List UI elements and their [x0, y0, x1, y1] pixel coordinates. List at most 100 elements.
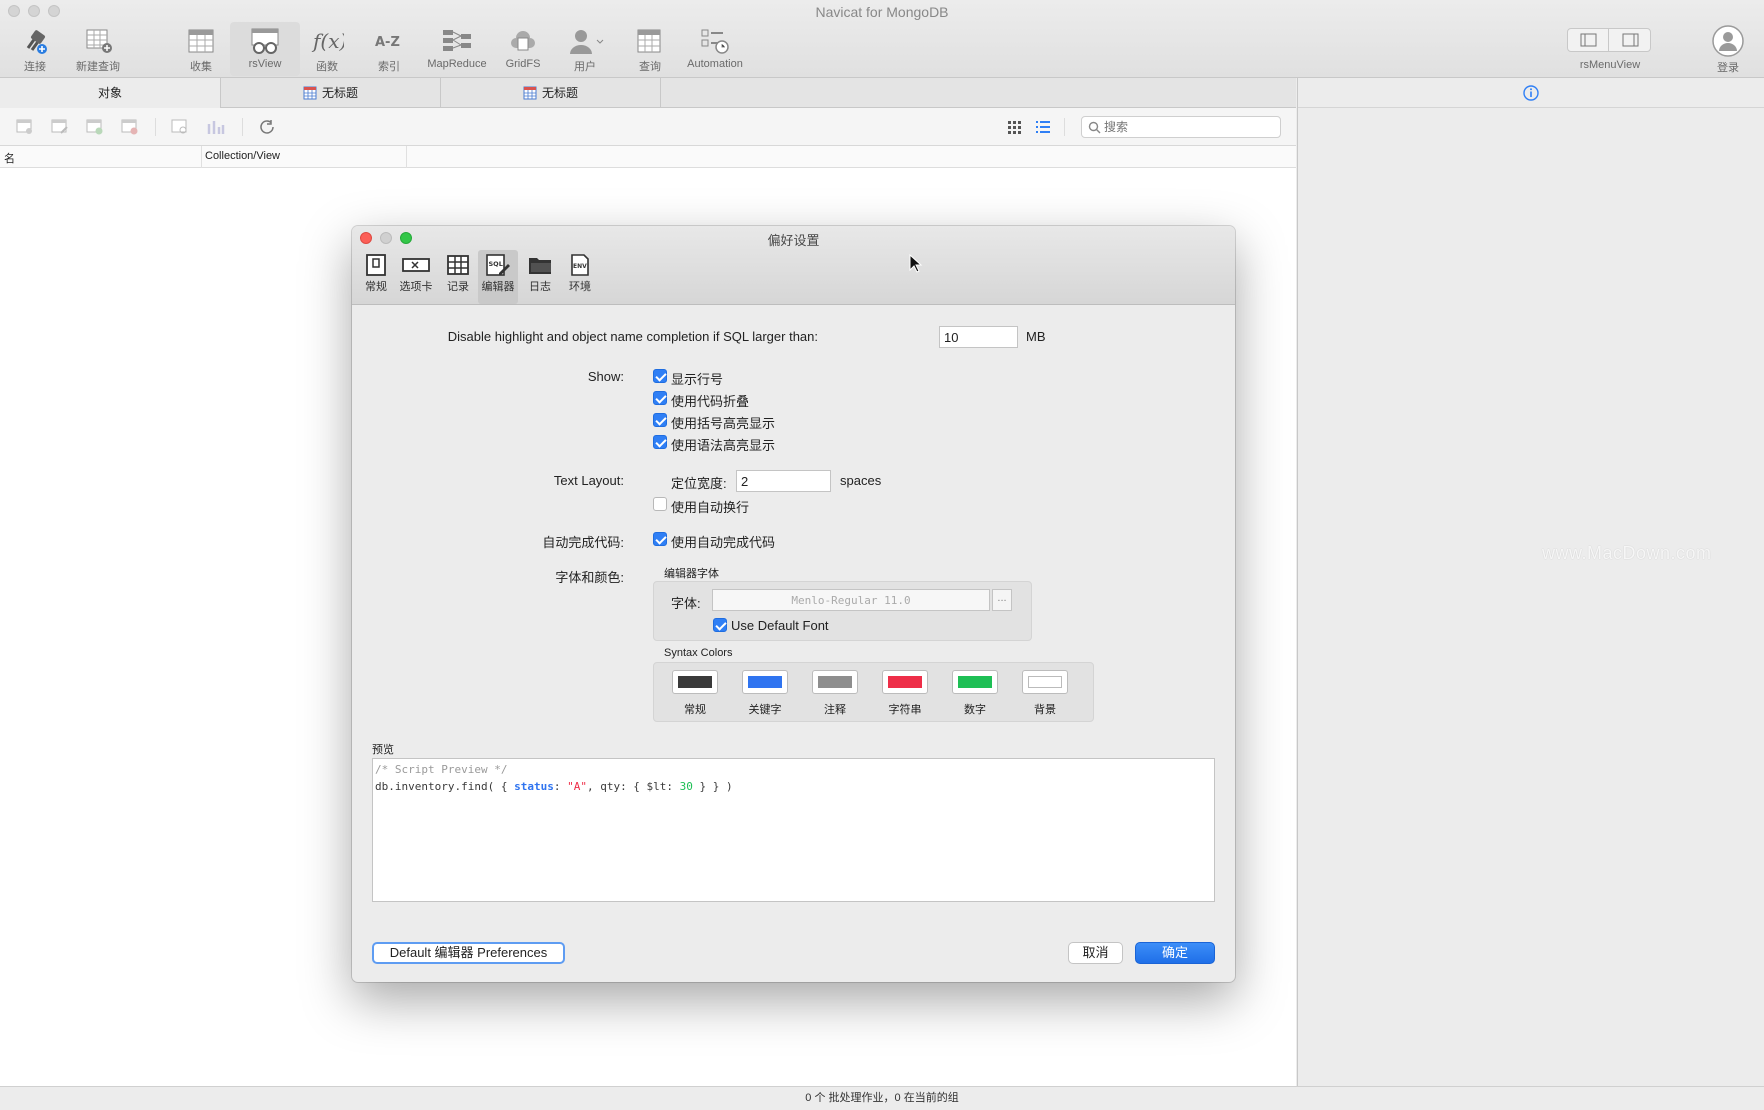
delete-collection-icon[interactable]: [121, 119, 139, 135]
toolbar-collection-button[interactable]: 收集: [166, 22, 236, 76]
preview-label: 预览: [372, 744, 394, 756]
toolbar-rsview-button[interactable]: rsView: [230, 22, 300, 76]
swatch-color: [888, 676, 922, 688]
default-preferences-button[interactable]: Default 编辑器 Preferences: [372, 942, 565, 964]
use-default-font-checkbox[interactable]: [713, 618, 727, 632]
toggle-right-panel-button[interactable]: [1610, 29, 1651, 51]
show-line-numbers-checkbox[interactable]: [653, 369, 667, 383]
svg-text:f(x): f(x): [311, 29, 344, 53]
design-collection-icon[interactable]: [51, 119, 69, 135]
chart-icon[interactable]: [207, 119, 225, 135]
tab-label: 无标题: [541, 86, 578, 100]
swatch-color: [678, 676, 712, 688]
toolbar-automation-button[interactable]: Automation: [679, 22, 751, 76]
checkbox-label: 使用自动换行: [671, 500, 750, 515]
font-color-label: 字体和颜色:: [555, 570, 624, 585]
autocomplete-checkbox[interactable]: [653, 532, 667, 546]
toolbar-user-button[interactable]: 用户: [550, 22, 620, 76]
code-number: 30: [679, 780, 693, 793]
browse-font-button[interactable]: ...: [992, 589, 1012, 611]
tab-objects[interactable]: 对象: [0, 78, 221, 108]
open-collection-icon[interactable]: [16, 119, 34, 135]
pref-tab-tabs[interactable]: 选项卡: [396, 250, 436, 304]
pref-tab-label: 日志: [529, 281, 551, 293]
swatch-background[interactable]: [1022, 670, 1068, 694]
text-layout-label: Text Layout:: [553, 473, 624, 488]
records-icon: [447, 255, 469, 275]
toggle-left-panel-button[interactable]: [1568, 29, 1609, 51]
cancel-button[interactable]: 取消: [1068, 942, 1123, 964]
pref-tab-log[interactable]: 日志: [520, 250, 560, 304]
login-label: 登录: [1717, 62, 1739, 74]
tab-untitled-2[interactable]: 无标题: [441, 78, 661, 108]
pref-tab-general[interactable]: 常规: [356, 250, 396, 304]
new-collection-icon[interactable]: [86, 119, 104, 135]
toolbar-query-button[interactable]: 查询: [615, 22, 685, 76]
script-preview: /* Script Preview */ db.inventory.find( …: [372, 758, 1215, 902]
pref-tab-environment[interactable]: ENV 环境: [560, 250, 600, 304]
toolbar-connect-button[interactable]: 连接: [0, 22, 70, 76]
code-folding-checkbox[interactable]: [653, 391, 667, 405]
login-button[interactable]: 登录: [1706, 22, 1750, 76]
tab-untitled-1[interactable]: 无标题: [221, 78, 441, 108]
pref-tab-editor[interactable]: SQL 编辑器: [478, 250, 518, 304]
word-wrap-checkbox[interactable]: [653, 497, 667, 511]
editor-icon: SQL: [486, 254, 510, 276]
automation-icon: [701, 29, 729, 54]
find-collection-icon[interactable]: [171, 119, 189, 135]
swatch-string[interactable]: [882, 670, 928, 694]
right-panel-icon: [1622, 33, 1639, 47]
info-icon[interactable]: [1523, 85, 1539, 101]
grid-view-icon[interactable]: [1006, 119, 1024, 135]
swatch-normal[interactable]: [672, 670, 718, 694]
checkbox-label: 使用括号高亮显示: [671, 416, 776, 431]
syntax-colors-group: 常规 关键字 注释 字符串 数字 背景: [653, 662, 1094, 722]
swatch-keyword[interactable]: [742, 670, 788, 694]
toolbar-index-button[interactable]: A-Z 索引: [354, 22, 424, 76]
toolbar-label: 查询: [639, 61, 661, 73]
ok-button[interactable]: 确定: [1135, 942, 1215, 964]
connect-icon: [26, 30, 47, 54]
swatch-color: [748, 676, 782, 688]
syntax-highlight-checkbox[interactable]: [653, 435, 667, 449]
brace-highlight-checkbox[interactable]: [653, 413, 667, 427]
dialog-title: 偏好设置: [767, 233, 820, 248]
code-text: :: [553, 780, 568, 793]
refresh-icon[interactable]: [259, 119, 277, 135]
search-box: [1081, 116, 1281, 138]
search-icon: [1088, 121, 1101, 134]
tab-width-input[interactable]: [736, 470, 831, 492]
toolbar-label: MapReduce: [427, 58, 487, 70]
column-header-collection-view[interactable]: Collection/View: [205, 150, 280, 162]
user-icon: [570, 30, 604, 54]
syntax-colors-title: Syntax Colors: [664, 647, 733, 659]
toolbar-new-query-button[interactable]: 新建查询: [63, 22, 133, 76]
column-divider: [406, 146, 407, 168]
pref-tab-label: 环境: [569, 281, 591, 293]
swatch-color: [1028, 676, 1062, 688]
swatch-comment[interactable]: [812, 670, 858, 694]
list-view-icon[interactable]: [1034, 119, 1052, 135]
tab-width-label: 定位宽度:: [671, 476, 727, 491]
sql-size-limit-input[interactable]: [939, 326, 1018, 348]
toolbar-mapreduce-button[interactable]: MapReduce: [421, 22, 493, 76]
swatch-label: 关键字: [748, 704, 782, 716]
pref-tab-records[interactable]: 记录: [438, 250, 478, 304]
view-icon: [251, 28, 279, 54]
font-field[interactable]: Menlo-Regular 11.0: [712, 589, 990, 611]
main-titlebar: Navicat for MongoDB 连接 新建查询 收集 rsView f(…: [0, 0, 1764, 78]
general-icon: [366, 254, 386, 276]
tab-label: 对象: [97, 86, 122, 100]
table-header: 名 Collection/View: [0, 146, 1296, 168]
swatch-number[interactable]: [952, 670, 998, 694]
function-icon: f(x): [311, 29, 344, 53]
dialog-toolbar: 偏好设置 常规 选项卡 记录 SQL 编辑器 日志 ENV 环境: [352, 226, 1235, 305]
code-text: , qty: { $lt:: [586, 780, 680, 793]
toolbar-function-button[interactable]: f(x) 函数: [292, 22, 362, 76]
search-input[interactable]: [1104, 120, 1274, 134]
toolbar-gridfs-button[interactable]: GridFS: [488, 22, 558, 76]
table-icon: [303, 86, 317, 100]
column-header-name[interactable]: 名: [4, 150, 15, 166]
swatch-color: [818, 676, 852, 688]
autocomplete-label: 自动完成代码:: [542, 535, 624, 550]
